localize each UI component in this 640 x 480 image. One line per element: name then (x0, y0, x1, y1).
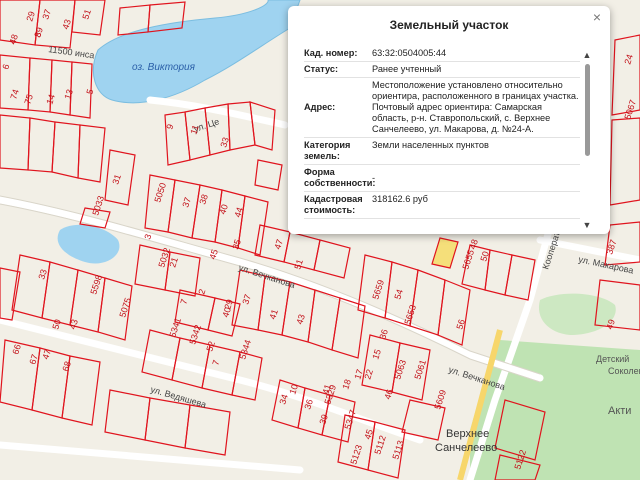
row-value: 63:32:0504005:44 (372, 48, 447, 58)
row-value: Земли населенных пунктов (372, 140, 489, 150)
row-key: Кадастровая стоимость: (304, 194, 363, 215)
row-address: Адрес: Местоположение установлено относи… (304, 78, 580, 138)
scroll-thumb[interactable] (585, 64, 590, 156)
row-key: Категория земель: (304, 140, 351, 161)
row-value: 318162.6 руб (372, 194, 428, 204)
poi-label-2: Соколенок (608, 366, 640, 376)
row-cadastral-value: Кадастровая стоимость: 318162.6 руб (304, 192, 580, 219)
popup-scrollbar[interactable]: ▲ ▼ (582, 50, 592, 230)
parcel-info-popup[interactable]: Земельный участок × Кад. номер: 63:32:05… (288, 6, 610, 234)
row-key: Статус: (304, 64, 339, 74)
popup-title: Земельный участок (389, 18, 509, 32)
row-value: Местоположение установлено относительно … (372, 80, 579, 134)
row-key: Кад. номер: (304, 48, 358, 58)
row-key: Адрес: (304, 102, 336, 112)
poi-label-3: Акти (608, 405, 631, 417)
place-name-line1: Верхнее (446, 428, 489, 440)
row-cadastral-number: Кад. номер: 63:32:0504005:44 (304, 46, 580, 62)
place-name-line2: Санчелеево (435, 442, 497, 454)
close-icon[interactable]: × (590, 10, 604, 24)
row-value: - (372, 172, 376, 183)
row-ownership: Форма собственности: - (304, 165, 580, 192)
row-value: Ранее учтенный (372, 64, 442, 74)
row-status: Статус: Ранее учтенный (304, 62, 580, 78)
row-land-category: Категория земель: Земли населенных пункт… (304, 138, 580, 165)
scroll-down-icon[interactable]: ▼ (582, 220, 592, 230)
poi-label-1: Детский (596, 354, 629, 364)
popup-content[interactable]: Кад. номер: 63:32:0504005:44 Статус: Ран… (304, 46, 580, 232)
scroll-up-icon[interactable]: ▲ (582, 50, 592, 60)
lake-name: оз. Виктория (132, 62, 196, 73)
row-key: Форма собственности: (304, 167, 376, 188)
